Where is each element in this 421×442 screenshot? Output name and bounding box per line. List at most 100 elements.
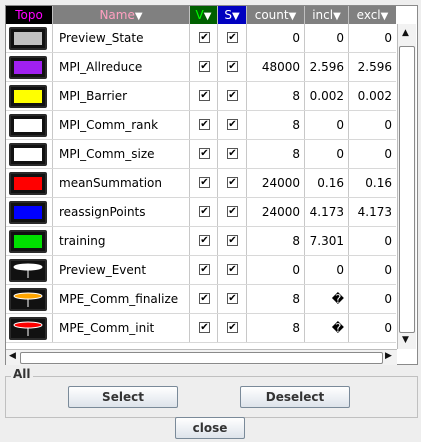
table-row[interactable]: MPE_Comm_init ✔ ✔ 8 � 0 bbox=[6, 314, 396, 343]
visible-checkbox[interactable]: ✔ bbox=[199, 177, 210, 188]
header-excl-label: excl bbox=[356, 8, 381, 22]
color-swatch[interactable] bbox=[9, 201, 47, 224]
close-button[interactable]: close bbox=[175, 417, 245, 439]
searchable-checkbox[interactable]: ✔ bbox=[227, 293, 238, 304]
scroll-up-icon[interactable]: ▲ bbox=[402, 28, 409, 38]
color-swatch[interactable] bbox=[9, 56, 47, 79]
v-cell: ✔ bbox=[190, 169, 218, 198]
excl-value: 0.16 bbox=[365, 176, 392, 190]
searchable-checkbox[interactable]: ✔ bbox=[227, 61, 238, 72]
swatch-fill bbox=[14, 206, 42, 219]
horizontal-scrollbar[interactable]: ◀ ▶ bbox=[6, 349, 397, 365]
header-s-label: S bbox=[224, 8, 232, 22]
vertical-scroll-thumb[interactable] bbox=[399, 46, 415, 333]
table-row[interactable]: MPI_Comm_rank ✔ ✔ 8 0 0 bbox=[6, 111, 396, 140]
swatch-fill bbox=[14, 148, 42, 161]
horizontal-scroll-thumb[interactable] bbox=[20, 352, 383, 364]
sort-arrow-icon: ▼ bbox=[231, 11, 240, 22]
vertical-scrollbar[interactable]: ▲ ▼ bbox=[397, 24, 416, 349]
legend-table: Topo Name▼ V▼ S▼ count▼ incl▼ excl▼ Prev… bbox=[5, 5, 418, 365]
v-cell: ✔ bbox=[190, 227, 218, 256]
select-button[interactable]: Select bbox=[68, 386, 178, 408]
searchable-checkbox[interactable]: ✔ bbox=[227, 32, 238, 43]
visible-checkbox[interactable]: ✔ bbox=[199, 90, 210, 101]
sort-arrow-icon: ▼ bbox=[134, 11, 143, 22]
color-swatch[interactable] bbox=[9, 114, 47, 137]
visible-checkbox[interactable]: ✔ bbox=[199, 119, 210, 130]
topo-cell bbox=[6, 53, 53, 82]
header-topo[interactable]: Topo bbox=[6, 6, 53, 24]
header-excl[interactable]: excl▼ bbox=[349, 6, 396, 24]
topo-cell bbox=[6, 169, 53, 198]
table-row[interactable]: Preview_Event ✔ ✔ 0 0 0 bbox=[6, 256, 396, 285]
table-row[interactable]: reassignPoints ✔ ✔ 24000 4.173 4.173 bbox=[6, 198, 396, 227]
header-searchable[interactable]: S▼ bbox=[218, 6, 247, 24]
topo-cell bbox=[6, 140, 53, 169]
searchable-checkbox[interactable]: ✔ bbox=[227, 177, 238, 188]
searchable-checkbox[interactable]: ✔ bbox=[227, 206, 238, 217]
color-swatch[interactable] bbox=[9, 172, 47, 195]
swatch-fill bbox=[14, 235, 42, 248]
visible-checkbox[interactable]: ✔ bbox=[199, 293, 210, 304]
visible-checkbox[interactable]: ✔ bbox=[199, 264, 210, 275]
excl-value: 0 bbox=[384, 31, 392, 45]
count-value: 8 bbox=[247, 285, 305, 314]
searchable-checkbox[interactable]: ✔ bbox=[227, 235, 238, 246]
searchable-checkbox[interactable]: ✔ bbox=[227, 119, 238, 130]
searchable-checkbox[interactable]: ✔ bbox=[227, 148, 238, 159]
searchable-checkbox[interactable]: ✔ bbox=[227, 264, 238, 275]
swatch-fill bbox=[14, 90, 42, 103]
table-row[interactable]: MPI_Barrier ✔ ✔ 8 0.002 0.002 bbox=[6, 82, 396, 111]
visible-checkbox[interactable]: ✔ bbox=[199, 61, 210, 72]
header-incl-label: incl bbox=[312, 8, 334, 22]
event-name: MPI_Barrier bbox=[53, 82, 190, 111]
header-count-label: count bbox=[254, 8, 289, 22]
s-cell: ✔ bbox=[218, 314, 247, 343]
header-incl[interactable]: incl▼ bbox=[305, 6, 349, 24]
s-cell: ✔ bbox=[218, 285, 247, 314]
table-row[interactable]: MPI_Allreduce ✔ ✔ 48000 2.596 2.596 bbox=[6, 53, 396, 82]
topo-cell bbox=[6, 24, 53, 53]
excl-value: 0 bbox=[384, 263, 392, 277]
color-swatch[interactable] bbox=[9, 143, 47, 166]
searchable-checkbox[interactable]: ✔ bbox=[227, 90, 238, 101]
table-row[interactable]: MPI_Comm_size ✔ ✔ 8 0 0 bbox=[6, 140, 396, 169]
header-name[interactable]: Name▼ bbox=[53, 6, 190, 24]
deselect-button[interactable]: Deselect bbox=[240, 386, 350, 408]
incl-value: � bbox=[305, 285, 349, 314]
table-row[interactable]: training ✔ ✔ 8 7.301 0 bbox=[6, 227, 396, 256]
v-cell: ✔ bbox=[190, 314, 218, 343]
scroll-right-icon[interactable]: ▶ bbox=[385, 351, 392, 361]
table-row[interactable]: MPE_Comm_finalize ✔ ✔ 8 � 0 bbox=[6, 285, 396, 314]
visible-checkbox[interactable]: ✔ bbox=[199, 322, 210, 333]
event-name: meanSummation bbox=[53, 169, 190, 198]
table-row[interactable]: meanSummation ✔ ✔ 24000 0.16 0.16 bbox=[6, 169, 396, 198]
table-row[interactable]: Preview_State ✔ ✔ 0 0 0 bbox=[6, 24, 396, 53]
scroll-down-icon[interactable]: ▼ bbox=[402, 335, 409, 345]
topo-cell bbox=[6, 285, 53, 314]
excl-value: 4.173 bbox=[357, 205, 392, 219]
visible-checkbox[interactable]: ✔ bbox=[199, 32, 210, 43]
scroll-left-icon[interactable]: ◀ bbox=[9, 351, 16, 361]
event-name: Preview_State bbox=[53, 24, 190, 53]
header-visible[interactable]: V▼ bbox=[190, 6, 218, 24]
visible-checkbox[interactable]: ✔ bbox=[199, 206, 210, 217]
count-value: 24000 bbox=[247, 169, 305, 198]
sort-arrow-icon: ▼ bbox=[288, 11, 297, 22]
visible-checkbox[interactable]: ✔ bbox=[199, 235, 210, 246]
color-swatch[interactable] bbox=[9, 230, 47, 253]
color-swatch[interactable] bbox=[9, 259, 47, 282]
v-cell: ✔ bbox=[190, 111, 218, 140]
header-count[interactable]: count▼ bbox=[247, 6, 305, 24]
color-swatch[interactable] bbox=[9, 27, 47, 50]
color-swatch[interactable] bbox=[9, 85, 47, 108]
color-swatch[interactable] bbox=[9, 288, 47, 311]
incl-value: 0 bbox=[305, 111, 349, 140]
searchable-checkbox[interactable]: ✔ bbox=[227, 322, 238, 333]
visible-checkbox[interactable]: ✔ bbox=[199, 148, 210, 159]
s-cell: ✔ bbox=[218, 169, 247, 198]
event-marker-icon bbox=[13, 263, 43, 278]
incl-value: 0.16 bbox=[305, 169, 349, 198]
event-name: reassignPoints bbox=[53, 198, 190, 227]
color-swatch[interactable] bbox=[9, 317, 47, 340]
